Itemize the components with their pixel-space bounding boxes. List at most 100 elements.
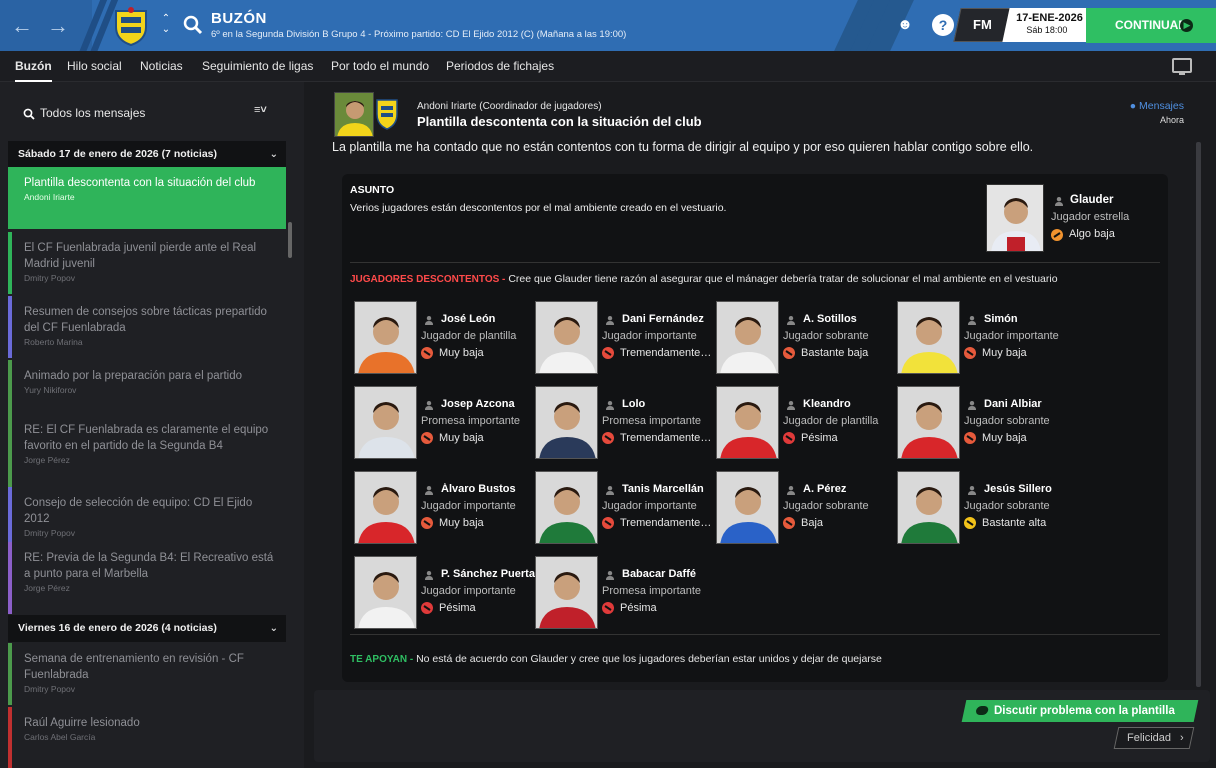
player-name[interactable]: Dani Albiar (984, 398, 1079, 410)
star-player-name[interactable]: Glauder (1070, 194, 1113, 206)
group-title: Sábado 17 de enero de 2026 (7 noticias) (18, 148, 217, 160)
tab-hilo-social[interactable]: Hilo social (67, 51, 122, 82)
player-photo-icon (355, 302, 416, 373)
message-item[interactable]: Semana de entrenamiento en revisión - CF… (8, 643, 286, 705)
club-crest-icon[interactable] (110, 5, 152, 47)
message-filter[interactable]: Todos los mensajes (10, 95, 250, 131)
player-photo[interactable] (716, 471, 779, 544)
message-item[interactable]: Resumen de consejos sobre tácticas prepa… (8, 296, 286, 358)
message-title: El CF Fuenlabrada juvenil pierde ante el… (24, 242, 257, 270)
player-name[interactable]: P. Sánchez Puerta (441, 568, 536, 580)
player-photo[interactable] (897, 386, 960, 459)
player-photo[interactable] (897, 471, 960, 544)
player-name[interactable]: Dani Fernández (622, 313, 717, 325)
player-photo[interactable] (354, 301, 417, 374)
player-photo[interactable] (535, 556, 598, 629)
person-icon (425, 316, 433, 325)
player-card[interactable]: Lolo Promesa importante Tremendamente baja (535, 386, 715, 462)
continue-button[interactable]: CONTINUAR ▶ (1086, 8, 1216, 43)
message-title: Plantilla descontenta con la situación d… (417, 114, 702, 129)
help-icon[interactable]: ? (932, 14, 954, 36)
message-item[interactable]: Plantilla descontenta con la situación d… (8, 167, 286, 229)
player-photo[interactable] (535, 386, 598, 459)
sidebar-scrollbar[interactable] (288, 222, 292, 258)
player-role: Jugador sobrante (964, 415, 1050, 427)
player-card[interactable]: P. Sánchez Puerta Jugador importante Pésim… (354, 556, 536, 632)
discuss-issue-label: Discutir problema con la plantilla (994, 705, 1175, 717)
player-role: Promesa importante (602, 585, 702, 597)
player-card[interactable]: Álvaro Bustos Jugador importante Muy baja (354, 471, 534, 547)
player-card[interactable]: Tanis Marcellán Jugador importante Tremend… (535, 471, 715, 547)
page-subtitle[interactable]: 6º en la Segunda División B Grupo 4 - Pr… (211, 29, 626, 40)
player-photo[interactable] (535, 471, 598, 544)
mood-icon (421, 347, 433, 359)
player-name[interactable]: Álvaro Bustos (441, 483, 536, 495)
happiness-button[interactable]: Felicidad › (1113, 727, 1195, 749)
player-name[interactable]: Kleandro (803, 398, 898, 410)
player-name[interactable]: Simón (984, 313, 1079, 325)
player-role: Jugador importante (602, 330, 697, 342)
mood-icon (421, 517, 433, 529)
message-item[interactable]: Consejo de selección de equipo: CD El Ej… (8, 487, 286, 549)
player-name[interactable]: Tanis Marcellán (622, 483, 717, 495)
sender-name[interactable]: Andoni Iriarte (Coordinador de jugadores… (417, 101, 602, 112)
forward-arrow-icon[interactable]: → (44, 12, 72, 40)
sender-avatar[interactable] (334, 92, 374, 137)
tab-por-todo-el-mundo[interactable]: Por todo el mundo (331, 51, 429, 82)
player-name[interactable]: Jesús Sillero (984, 483, 1079, 495)
player-photo-icon (355, 557, 416, 628)
fm-menu-button[interactable]: FM (953, 8, 1011, 42)
player-card[interactable]: Jesús Sillero Jugador sobrante Bastante al… (897, 471, 1077, 547)
message-item[interactable]: RE: Previa de la Segunda B4: El Recreati… (8, 542, 286, 614)
mood-icon (602, 517, 614, 529)
message-item[interactable]: RE: El CF Fuenlabrada es claramente el e… (8, 414, 286, 492)
discuss-issue-button[interactable]: Discutir problema con la plantilla (961, 700, 1199, 722)
tab-buzon[interactable]: Buzón (15, 51, 52, 82)
player-name[interactable]: Josep Azcona (441, 398, 536, 410)
message-item[interactable]: Animado por la preparación para el parti… (8, 360, 286, 422)
message-scrollbar[interactable] (1196, 142, 1201, 687)
manager-face-icon[interactable]: ☻ (894, 14, 916, 36)
player-card[interactable]: A. Pérez Jugador sobrante Baja (716, 471, 896, 547)
player-name[interactable]: A. Pérez (803, 483, 898, 495)
player-card[interactable]: Babacar Daffé Promesa importante Pésima (535, 556, 715, 632)
player-photo[interactable] (716, 301, 779, 374)
group-header[interactable]: Sábado 17 de enero de 2026 (7 noticias) … (8, 141, 286, 168)
message-item[interactable]: Raúl Aguirre lesionado Carlos Abel Garcí… (8, 707, 286, 768)
message-item[interactable]: El CF Fuenlabrada juvenil pierde ante el… (8, 232, 286, 294)
player-name[interactable]: A. Sotillos (803, 313, 898, 325)
player-card[interactable]: Dani Fernández Jugador importante Tremenda… (535, 301, 715, 377)
player-card[interactable]: A. Sotillos Jugador sobrante Bastante baja (716, 301, 896, 377)
player-mood: Muy baja (982, 432, 1027, 444)
player-photo[interactable] (535, 301, 598, 374)
sort-menu-icon[interactable]: ≡˅ (254, 104, 267, 116)
player-photo[interactable] (354, 471, 417, 544)
player-name[interactable]: José León (441, 313, 536, 325)
player-name[interactable]: Lolo (622, 398, 717, 410)
player-card[interactable]: Kleandro Jugador de plantilla Pésima (716, 386, 896, 462)
player-photo[interactable] (716, 386, 779, 459)
date-box[interactable]: 17-ENE-2026 Sáb 18:00 (1002, 8, 1094, 42)
player-photo[interactable] (897, 301, 960, 374)
player-role: Jugador importante (421, 585, 516, 597)
player-card[interactable]: José León Jugador de plantilla Muy baja (354, 301, 534, 377)
display-icon[interactable] (1172, 58, 1192, 75)
star-player-photo[interactable] (986, 184, 1044, 252)
player-card[interactable]: Dani Albiar Jugador sobrante Muy baja (897, 386, 1077, 462)
player-role: Jugador sobrante (783, 330, 869, 342)
tab-periodos-fichajes[interactable]: Periodos de fichajes (446, 51, 554, 82)
tab-seguimiento-ligas[interactable]: Seguimiento de ligas (202, 51, 313, 82)
player-photo[interactable] (354, 386, 417, 459)
club-switch-icon[interactable]: ⌃ ⌄ (160, 13, 172, 35)
back-arrow-icon[interactable]: ← (8, 12, 36, 40)
player-card[interactable]: Josep Azcona Promesa importante Muy baja (354, 386, 534, 462)
group-header[interactable]: Viernes 16 de enero de 2026 (4 noticias)… (8, 615, 286, 642)
message-title: Consejo de selección de equipo: CD El Ej… (24, 497, 253, 525)
player-card[interactable]: Simón Jugador importante Muy baja (897, 301, 1077, 377)
message-time: Ahora (1159, 115, 1184, 125)
search-icon[interactable] (182, 14, 204, 36)
messages-link[interactable]: ● Mensajes (1130, 100, 1184, 112)
player-photo[interactable] (354, 556, 417, 629)
player-name[interactable]: Babacar Daffé (622, 568, 717, 580)
tab-noticias[interactable]: Noticias (140, 51, 183, 82)
